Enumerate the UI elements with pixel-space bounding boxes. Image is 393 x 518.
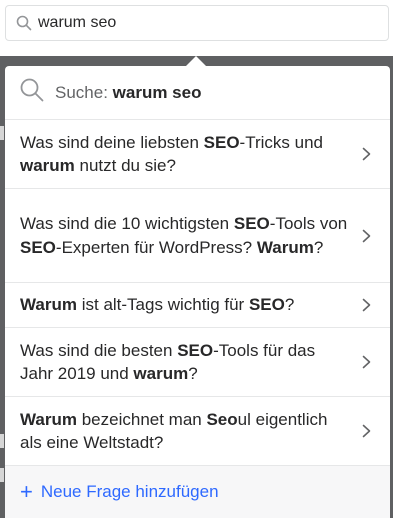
suggestion-text: Warum ist alt-Tags wichtig für SEO? xyxy=(20,293,294,317)
suggestion-item[interactable]: Was sind deine liebsten SEO-Tricks und w… xyxy=(5,120,390,189)
highlighted-term: SEO xyxy=(233,214,270,233)
search-input[interactable] xyxy=(38,14,368,32)
suggestion-text-part: -Tricks und xyxy=(239,132,323,152)
background-content xyxy=(0,468,4,482)
plus-icon: + xyxy=(20,479,33,504)
chevron-right-icon xyxy=(360,424,372,438)
chevron-right-icon xyxy=(360,229,372,243)
add-question-label: Neue Frage hinzufügen xyxy=(40,482,219,501)
highlighted-term: Seo xyxy=(206,409,238,429)
highlighted-term: Warum xyxy=(256,237,314,257)
suggestion-text: Was sind die 10 wichtigsten SEO-Tools vo… xyxy=(20,212,350,259)
highlighted-term: Warum xyxy=(20,409,77,429)
suggestion-item[interactable]: Warum ist alt-Tags wichtig für SEO? xyxy=(5,283,390,328)
suggestion-text: Was sind deine liebsten SEO-Tricks und w… xyxy=(20,131,350,178)
highlighted-term: SEO xyxy=(20,237,56,257)
highlighted-term: warum xyxy=(133,364,189,383)
suggestion-item[interactable]: Warum bezeichnet man Seoul eigentlich al… xyxy=(5,397,390,466)
search-for-label: Suche: warum seo xyxy=(55,83,201,103)
search-icon xyxy=(14,13,34,33)
suggestion-text-part: ? xyxy=(313,237,324,257)
suggestion-list: Was sind deine liebsten SEO-Tricks und w… xyxy=(5,120,390,466)
suggestion-text-part: nutzt du sie? xyxy=(74,156,176,175)
highlighted-term: Warum xyxy=(20,295,77,315)
suggestion-text-part: bezeichnet man xyxy=(77,409,207,429)
background-content xyxy=(0,434,4,448)
suggestion-text-part: -Experten für WordPress? xyxy=(55,237,257,257)
search-query: warum seo xyxy=(112,82,202,102)
search-suggestions-dropdown: Suche: warum seo Was sind deine liebsten… xyxy=(5,66,390,518)
search-for-query-row[interactable]: Suche: warum seo xyxy=(5,66,390,120)
highlighted-term: SEO xyxy=(203,132,240,152)
chevron-right-icon xyxy=(360,147,372,161)
suggestion-text: Warum bezeichnet man Seoul eigentlich al… xyxy=(20,408,350,455)
highlighted-term: warum xyxy=(20,156,75,175)
suggestion-text-part: Was sind die 10 wichtigsten xyxy=(20,214,234,233)
dropdown-caret xyxy=(186,56,206,66)
chevron-right-icon xyxy=(360,298,372,312)
highlighted-term: SEO xyxy=(177,340,214,360)
add-question-button[interactable]: + Neue Frage hinzufügen xyxy=(5,466,390,518)
suggestion-text-part: Was sind die besten xyxy=(20,340,178,360)
suggestion-item[interactable]: Was sind die 10 wichtigsten SEO-Tools vo… xyxy=(5,189,390,283)
suggestion-text-part: -Tools von xyxy=(269,214,348,233)
suggestion-text-part: ist alt-Tags wichtig für xyxy=(77,295,249,315)
suggestion-text-part: ? xyxy=(188,364,198,383)
suggestion-text-part: Was sind deine liebsten xyxy=(20,132,204,152)
suggestion-text: Was sind die besten SEO-Tools für das Ja… xyxy=(20,339,350,386)
suggestion-item[interactable]: Was sind die besten SEO-Tools für das Ja… xyxy=(5,328,390,397)
search-icon xyxy=(19,77,45,108)
search-prefix: Suche: xyxy=(55,82,113,102)
chevron-right-icon xyxy=(360,355,372,369)
search-bar[interactable] xyxy=(5,5,389,41)
background-content xyxy=(0,126,4,140)
highlighted-term: SEO xyxy=(248,295,285,315)
suggestion-text-part: ? xyxy=(284,295,295,315)
